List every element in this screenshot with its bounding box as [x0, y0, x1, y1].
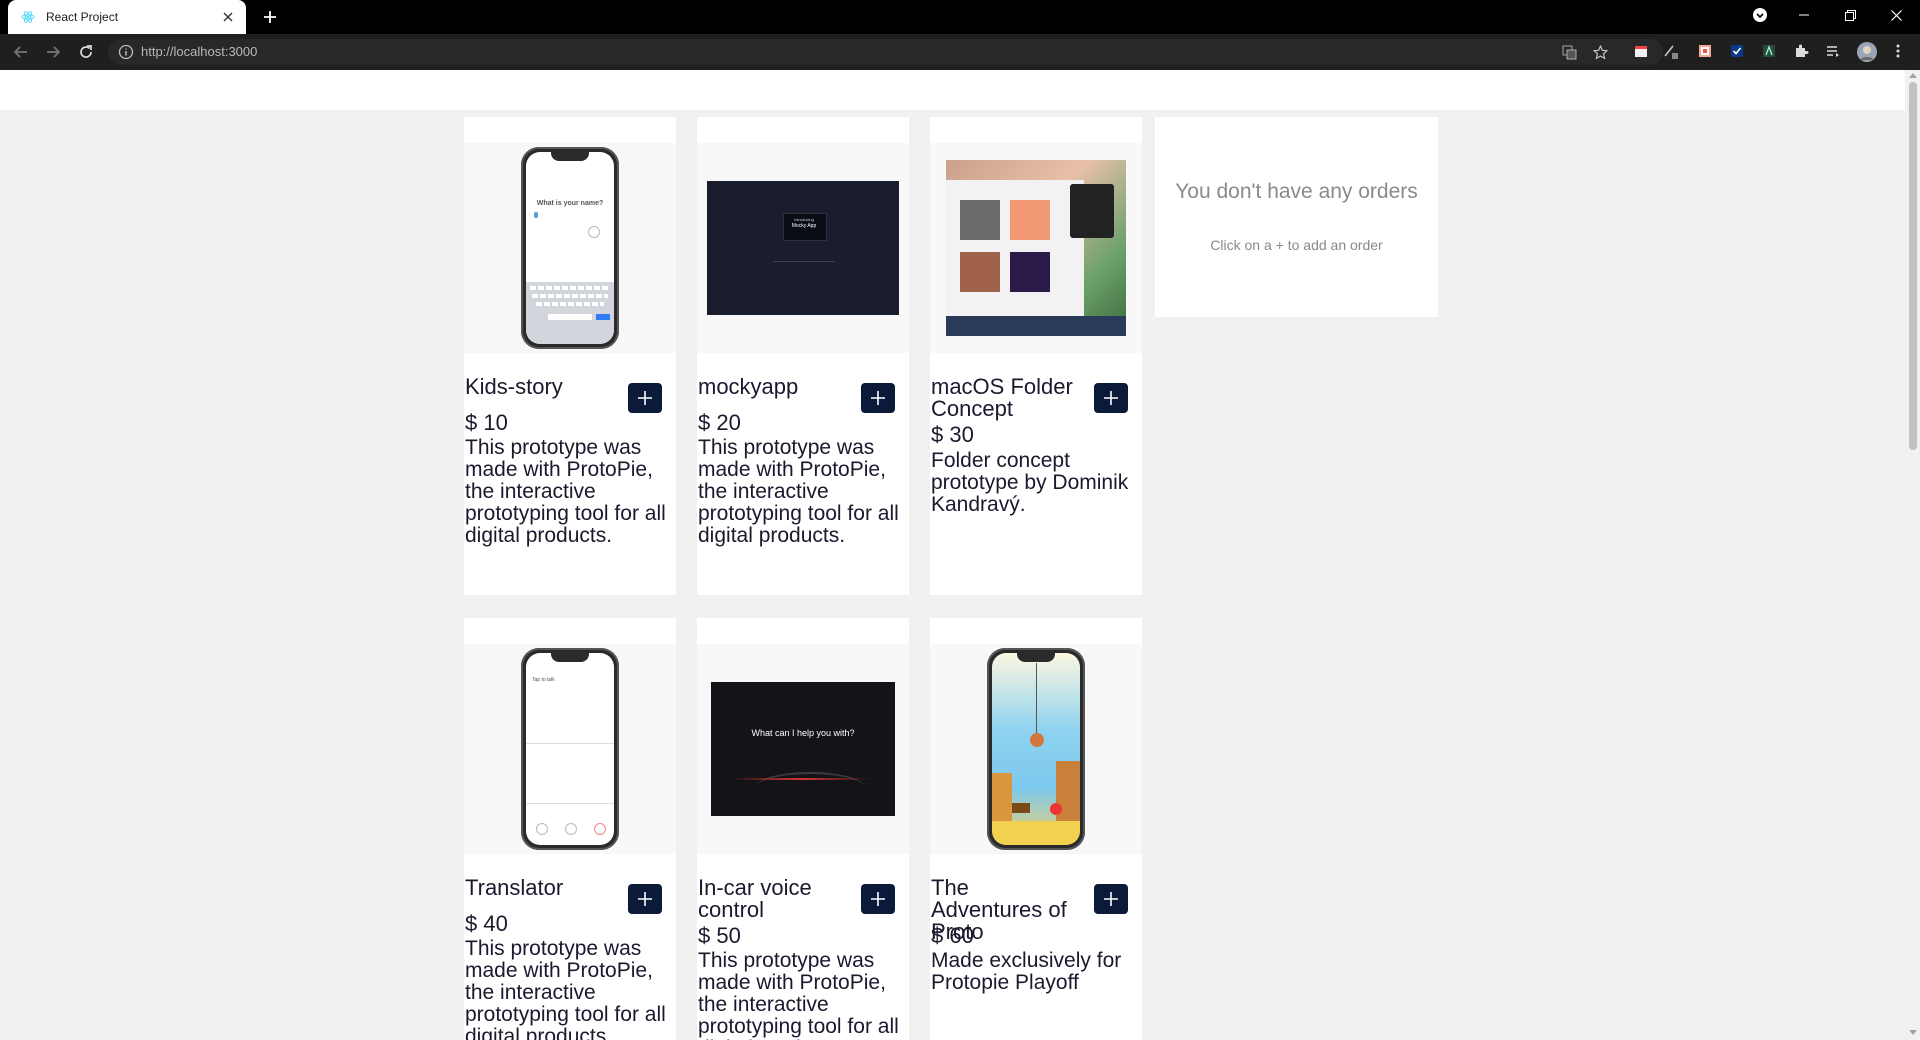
image-caption: Mocky App [791, 223, 817, 229]
product-price: $ 60 [931, 923, 974, 948]
product-image [930, 143, 1142, 353]
extension-check-icon[interactable] [1729, 43, 1745, 59]
image-caption: Tap to talk [532, 677, 555, 683]
back-arrow-icon[interactable] [10, 41, 32, 63]
image-caption: What is your name? [536, 200, 604, 207]
address-bar[interactable]: http://localhost:3000 [108, 39, 1663, 65]
product-card: The Adventures of Proto $ 60 Made exclus… [930, 618, 1142, 1040]
product-card: Tap to talk Translator $ 40 This prototy… [464, 618, 676, 1040]
add-to-order-button[interactable] [861, 884, 895, 914]
product-image: Introducing Mocky App [697, 143, 909, 353]
extension-font-icon[interactable] [1761, 43, 1777, 59]
scroll-down-arrow-icon[interactable] [1909, 1030, 1917, 1035]
phone-mockup-image [987, 648, 1085, 850]
new-tab-button[interactable] [260, 7, 280, 27]
image-caption: Introducing [794, 217, 814, 222]
plus-icon [871, 892, 885, 906]
avatar[interactable] [1857, 42, 1877, 62]
product-price: $ 50 [698, 923, 741, 948]
media-queue-icon[interactable] [1825, 43, 1841, 59]
product-title: In-car voice control [698, 875, 812, 922]
orders-empty-title: You don't have any orders [1175, 180, 1418, 203]
page-content: What is your name? Kids-story $ 10 This … [0, 70, 1905, 1040]
close-icon[interactable] [220, 9, 236, 25]
scroll-thumb[interactable] [1909, 82, 1917, 450]
orders-empty-hint: Click on a + to add an order [1210, 237, 1383, 253]
plus-icon [871, 391, 885, 405]
phone-mockup-image: What is your name? [521, 147, 619, 349]
tab-title: React Project [46, 10, 119, 24]
page-scrollbar[interactable] [1905, 70, 1920, 1040]
product-description: This prototype was made with ProtoPie, t… [698, 436, 899, 547]
scroll-up-arrow-icon[interactable] [1909, 73, 1917, 78]
restore-button[interactable] [1828, 0, 1872, 30]
product-image: What can I help you with? [697, 644, 909, 854]
product-description: Made exclusively for Protopie Playoff [931, 949, 1122, 994]
product-image [930, 644, 1142, 854]
product-card: What can I help you with? In-car voice c… [697, 618, 909, 1040]
browser-menu-icon[interactable] [1890, 43, 1906, 59]
product-description: This prototype was made with ProtoPie, t… [698, 949, 899, 1040]
browser-tab[interactable]: React Project [8, 0, 246, 34]
translate-icon[interactable] [1561, 44, 1577, 60]
reload-icon[interactable] [75, 41, 97, 63]
product-card: Introducing Mocky App mockyapp $ 20 This… [697, 117, 909, 595]
product-description: This prototype was made with ProtoPie, t… [465, 937, 666, 1040]
extension-screenshot-icon[interactable] [1697, 43, 1713, 59]
product-title: Translator [465, 875, 564, 900]
phone-mockup-image: Tap to talk [521, 648, 619, 850]
plus-icon [1104, 391, 1118, 405]
product-title: mockyapp [698, 374, 799, 399]
close-window-button[interactable] [1874, 0, 1918, 30]
info-icon[interactable] [118, 44, 134, 60]
extensions-puzzle-icon[interactable] [1793, 43, 1809, 59]
product-price: $ 20 [698, 410, 741, 435]
product-description: This prototype was made with ProtoPie, t… [465, 436, 666, 547]
url-text: http://localhost:3000 [141, 44, 258, 59]
plus-icon [638, 892, 652, 906]
in-car-screen-image: What can I help you with? [711, 682, 895, 816]
bookmark-star-icon[interactable] [1592, 44, 1608, 60]
minimize-button[interactable] [1782, 0, 1826, 30]
product-title: macOS Folder Concept [931, 374, 1073, 421]
forward-arrow-icon[interactable] [42, 41, 64, 63]
mocky-app-screen-image: Introducing Mocky App [707, 181, 899, 315]
image-caption: What can I help you with? [751, 728, 855, 738]
react-icon [20, 9, 36, 25]
product-price: $ 30 [931, 422, 974, 447]
product-card: What is your name? Kids-story $ 10 This … [464, 117, 676, 595]
product-image: What is your name? [464, 143, 676, 353]
add-to-order-button[interactable] [861, 383, 895, 413]
orders-panel: You don't have any orders Click on a + t… [1155, 117, 1438, 317]
plus-icon [1104, 892, 1118, 906]
product-description: Folder concept prototype by Dominik Kand… [931, 449, 1129, 516]
product-price: $ 10 [465, 410, 508, 435]
page-header [0, 70, 1905, 110]
product-title: Kids-story [465, 374, 563, 399]
browser-tab-strip: React Project [0, 0, 1920, 34]
add-to-order-button[interactable] [628, 884, 662, 914]
add-to-order-button[interactable] [628, 383, 662, 413]
profile-menu-icon[interactable] [1738, 0, 1782, 30]
product-image: Tap to talk [464, 644, 676, 854]
browser-toolbar: http://localhost:3000 [0, 34, 1920, 70]
add-to-order-button[interactable] [1094, 884, 1128, 914]
folder-concept-image [946, 160, 1126, 336]
plus-icon [638, 391, 652, 405]
add-to-order-button[interactable] [1094, 383, 1128, 413]
extension-pen-icon[interactable] [1663, 43, 1679, 59]
extension-calendar-icon[interactable] [1633, 43, 1649, 59]
product-card: macOS Folder Concept $ 30 Folder concept… [930, 117, 1142, 595]
product-price: $ 40 [465, 911, 508, 936]
